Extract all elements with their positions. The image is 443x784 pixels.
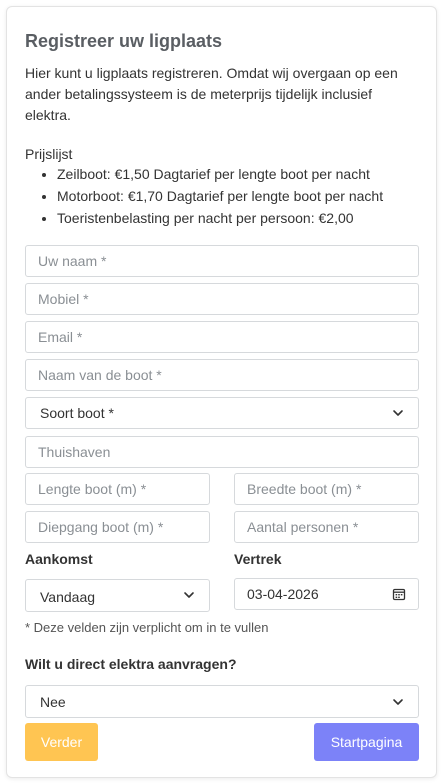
price-list: Zeilboot: €1,50 Dagtarief per lengte boo… — [25, 163, 425, 229]
length-placeholder: Lengte boot (m) * — [38, 481, 147, 497]
chevron-down-icon — [392, 407, 404, 419]
elektra-label: Wilt u direct elektra aanvragen? — [25, 656, 237, 672]
name-input[interactable]: Uw naam * — [25, 245, 419, 277]
email-input[interactable]: Email * — [25, 321, 419, 353]
boat-name-placeholder: Naam van de boot * — [38, 367, 162, 383]
mobile-placeholder: Mobiel * — [38, 291, 89, 307]
home-port-placeholder: Thuishaven — [38, 444, 111, 460]
mobile-input[interactable]: Mobiel * — [25, 283, 419, 315]
draught-placeholder: Diepgang boot (m) * — [38, 519, 164, 535]
width-input[interactable]: Breedte boot (m) * — [234, 473, 419, 505]
page-title: Registreer uw ligplaats — [25, 31, 223, 51]
length-input[interactable]: Lengte boot (m) * — [25, 473, 210, 505]
arrival-select[interactable]: Vandaag — [25, 579, 210, 612]
price-list-item: Zeilboot: €1,50 Dagtarief per lengte boo… — [57, 163, 425, 185]
price-list-item: Toeristenbelasting per nacht per persoon… — [57, 207, 425, 229]
boat-name-input[interactable]: Naam van de boot * — [25, 359, 419, 391]
intro-text: Hier kunt u ligplaats registreren. Omdat… — [25, 65, 398, 123]
boat-type-value: Soort boot * — [40, 405, 114, 421]
email-placeholder: Email * — [38, 329, 83, 345]
price-list-title: Prijslijst — [25, 146, 73, 162]
name-placeholder: Uw naam * — [38, 253, 107, 269]
next-button[interactable]: Verder — [25, 723, 98, 761]
persons-placeholder: Aantal personen * — [247, 519, 359, 535]
departure-label: Vertrek — [234, 551, 282, 567]
width-placeholder: Breedte boot (m) * — [247, 481, 362, 497]
departure-value: 03-04-2026 — [247, 586, 319, 602]
chevron-down-icon — [392, 696, 404, 708]
draught-input[interactable]: Diepgang boot (m) * — [25, 511, 210, 543]
persons-input[interactable]: Aantal personen * — [234, 511, 419, 543]
calendar-icon[interactable] — [392, 587, 406, 601]
elektra-value: Nee — [40, 693, 66, 710]
chevron-down-icon — [183, 589, 195, 601]
home-button[interactable]: Startpagina — [314, 723, 419, 761]
departure-date-input[interactable]: 03-04-2026 — [234, 578, 419, 610]
home-port-input[interactable]: Thuishaven — [25, 436, 419, 468]
price-list-item: Motorboot: €1,70 Dagtarief per lengte bo… — [57, 185, 425, 207]
arrival-label: Aankomst — [25, 551, 93, 567]
required-note: * Deze velden zijn verplicht om in te vu… — [25, 620, 269, 635]
arrival-value: Vandaag — [40, 589, 96, 605]
elektra-select[interactable]: Nee — [25, 685, 419, 718]
boat-type-select[interactable]: Soort boot * — [25, 397, 419, 429]
